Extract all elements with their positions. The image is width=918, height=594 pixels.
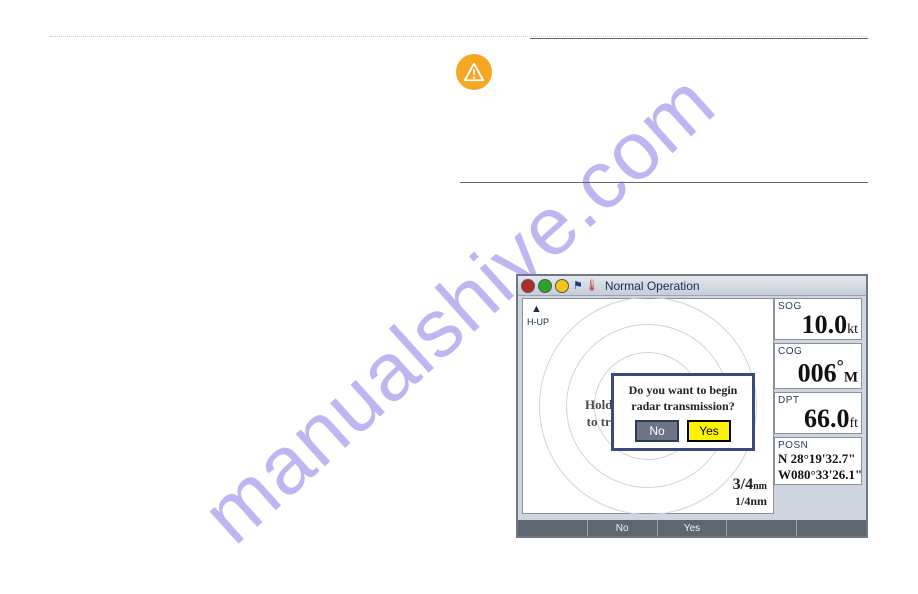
side-panels: SOG 10.0kt COG 006°M DPT 66.0ft POSN N 2…	[774, 298, 862, 485]
dpt-value: 66.0	[804, 404, 850, 433]
warning-icon	[456, 54, 492, 90]
page-top-divider	[50, 36, 868, 37]
softkey-bar: No Yes	[518, 520, 866, 536]
title-mode: Normal Operation	[605, 279, 700, 293]
softkey[interactable]	[518, 520, 588, 536]
led-green-icon	[538, 279, 552, 293]
cog-value: 006	[798, 359, 837, 388]
range-unit: nm	[753, 481, 767, 492]
dialog-message: Do you want to begin radar transmission?	[620, 382, 746, 414]
dialog-no-button[interactable]: No	[635, 420, 679, 442]
thermometer-icon: 🌡	[585, 279, 599, 292]
hold-hint-line: to tr	[587, 414, 611, 429]
led-red-icon	[521, 279, 535, 293]
panel-posn: POSN N 28°19'32.7" W080°33'26.1"	[774, 437, 862, 486]
dialog-line: Do you want to begin	[629, 383, 738, 397]
sog-unit: kt	[847, 322, 858, 337]
confirm-dialog: Do you want to begin radar transmission?…	[611, 373, 755, 451]
right-divider-top	[530, 38, 868, 39]
hold-hint-line: Hold	[585, 397, 612, 412]
softkey[interactable]	[797, 520, 866, 536]
dialog-yes-button[interactable]: Yes	[687, 420, 731, 442]
dialog-line: radar transmission?	[631, 399, 734, 413]
softkey-yes[interactable]: Yes	[658, 520, 728, 536]
panel-label: POSN	[778, 440, 858, 451]
range-sub: 1/4nm	[733, 494, 767, 509]
bookmark-icon: ⚑	[573, 279, 583, 292]
right-divider	[460, 182, 868, 183]
radar-device-window: ⚑ 🌡 Normal Operation ▲ H-UP Hold to tr 3…	[516, 274, 868, 538]
panel-label: COG	[778, 346, 858, 357]
range-main: 3/4	[733, 476, 753, 493]
posn-lat: N 28°19'32.7"	[778, 451, 858, 467]
range-readout: 3/4nm 1/4nm	[733, 476, 767, 509]
sog-value: 10.0	[802, 310, 848, 339]
led-yellow-icon	[555, 279, 569, 293]
softkey[interactable]	[727, 520, 797, 536]
panel-sog: SOG 10.0kt	[774, 298, 862, 340]
panel-dpt: DPT 66.0ft	[774, 392, 862, 434]
cog-unit: M	[844, 370, 858, 386]
dialog-buttons: No Yes	[620, 420, 746, 442]
panel-cog: COG 006°M	[774, 343, 862, 389]
hold-hint: Hold to tr	[585, 397, 612, 431]
dpt-unit: ft	[849, 416, 858, 431]
titlebar: ⚑ 🌡 Normal Operation	[518, 276, 866, 296]
posn-lon: W080°33'26.1"	[778, 467, 858, 483]
radar-display: ▲ H-UP Hold to tr 3/4nm 1/4nm Do you wan…	[522, 298, 774, 514]
softkey-no[interactable]: No	[588, 520, 658, 536]
